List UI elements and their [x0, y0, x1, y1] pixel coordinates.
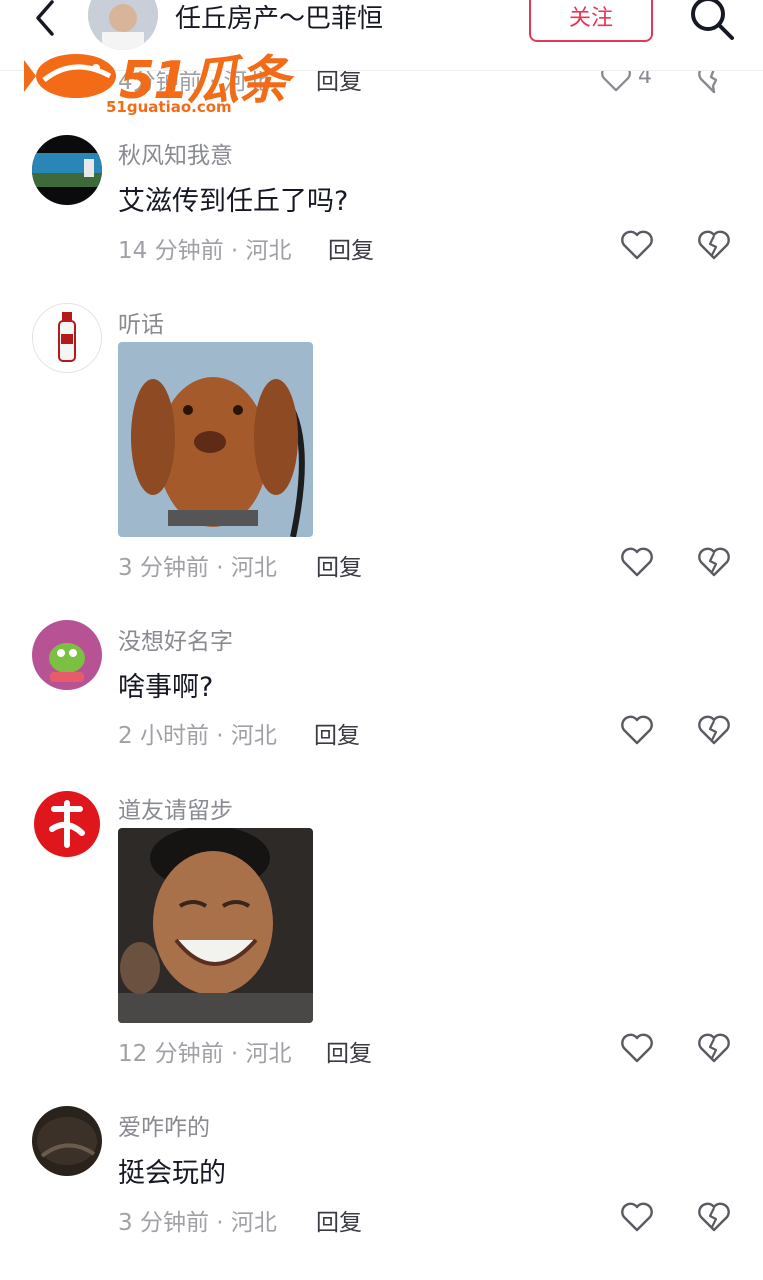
reply-button[interactable]: 回复: [316, 70, 362, 96]
comment-text: 啥事啊?: [118, 672, 214, 703]
heart-icon[interactable]: [620, 228, 654, 262]
username: 没想好名字: [118, 629, 233, 655]
comment-meta: 14 分钟前 · 河北: [118, 238, 292, 264]
user-avatar[interactable]: [32, 303, 102, 373]
watermark-logo: 51瓜条 51guatiao.com: [24, 38, 294, 118]
heart-icon[interactable]: [620, 713, 654, 747]
heart-icon[interactable]: [620, 545, 654, 579]
reply-button[interactable]: 回复: [314, 716, 360, 750]
search-icon[interactable]: [688, 0, 736, 42]
watermark-url: 51guatiao.com: [106, 98, 232, 116]
comment-image-smiling-man[interactable]: [118, 828, 313, 1023]
broken-heart-icon[interactable]: [697, 70, 731, 96]
reply-button[interactable]: 回复: [326, 1034, 372, 1068]
reply-button[interactable]: 回复: [328, 231, 374, 265]
username: 道友请留步: [118, 798, 233, 824]
comment-image-dog[interactable]: [118, 342, 313, 537]
heart-icon[interactable]: [620, 1200, 654, 1234]
comment-text: 艾滋传到任丘了吗?: [118, 186, 349, 217]
reply-button[interactable]: 回复: [316, 548, 362, 582]
username: 听话: [118, 312, 164, 338]
broken-heart-icon[interactable]: [697, 713, 731, 747]
username: 爱咋咋的: [118, 1115, 210, 1141]
broken-heart-icon[interactable]: [697, 228, 731, 262]
back-arrow-icon[interactable]: [30, 0, 66, 36]
user-avatar[interactable]: [32, 789, 102, 859]
follow-button[interactable]: 关注: [529, 0, 653, 42]
reply-button[interactable]: 回复: [316, 1203, 362, 1237]
broken-heart-icon[interactable]: [697, 1031, 731, 1065]
broken-heart-icon[interactable]: [697, 545, 731, 579]
heart-icon[interactable]: [620, 1031, 654, 1065]
username: 秋风知我意: [118, 143, 233, 169]
account-title: 任丘房产～巴菲恒: [175, 4, 384, 34]
user-avatar[interactable]: [32, 620, 102, 690]
like-count: 4: [638, 70, 652, 89]
user-avatar[interactable]: [32, 1106, 102, 1176]
comment-meta: 2 小时前 · 河北: [118, 723, 277, 749]
comment-meta: 3 分钟前 · 河北: [118, 1210, 277, 1236]
heart-icon[interactable]: [600, 70, 632, 94]
comment-text: 挺会玩的: [118, 1158, 226, 1189]
broken-heart-icon[interactable]: [697, 1200, 731, 1234]
watermark-fish-icon: [24, 54, 116, 98]
comment-meta: 12 分钟前 · 河北: [118, 1041, 292, 1067]
user-avatar[interactable]: [32, 135, 102, 205]
comment-meta: 3 分钟前 · 河北: [118, 555, 277, 581]
